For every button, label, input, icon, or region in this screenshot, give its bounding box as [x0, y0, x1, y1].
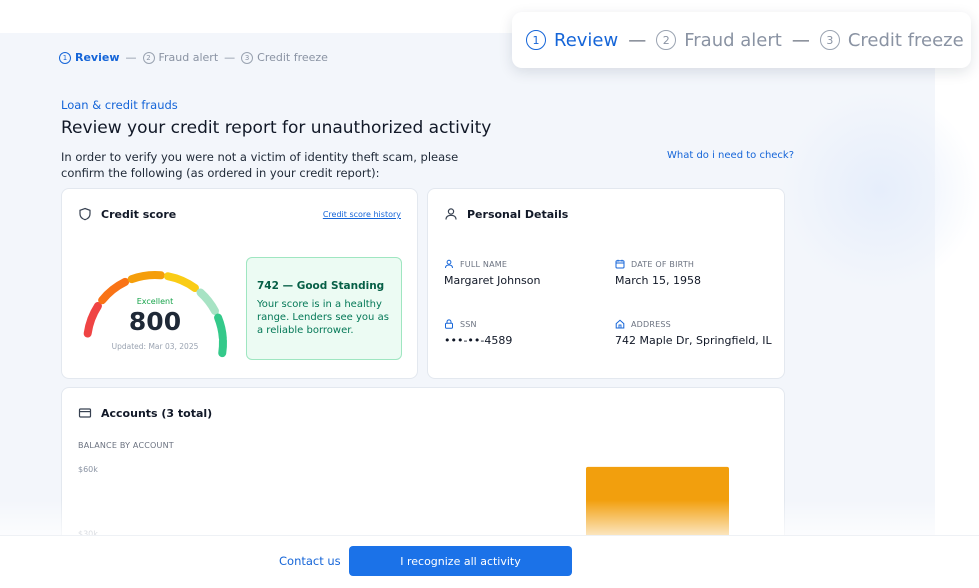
- card-title: Accounts (3 total): [101, 406, 213, 420]
- step-label: Review: [75, 51, 120, 64]
- calendar-icon: [615, 259, 625, 269]
- credit-score-history-link[interactable]: Credit score history: [323, 210, 401, 219]
- gauge-segment-3: [127, 271, 165, 284]
- standing-title: 742 — Good Standing: [257, 280, 385, 292]
- step-fraud-alert[interactable]: 2 Fraud alert: [142, 51, 219, 64]
- score-value: 800: [128, 307, 182, 336]
- detail-address: ADDRESS 742 Maple Dr, Springfield, IL: [615, 319, 772, 348]
- detail-label: DATE OF BIRTH: [631, 259, 695, 269]
- card-header: Accounts (3 total): [78, 406, 212, 420]
- detail-full-name: FULL NAME Margaret Johnson: [444, 259, 541, 288]
- detail-ssn: SSN •••-••-4589: [444, 319, 512, 347]
- detail-label: SSN: [460, 319, 477, 329]
- step-label: Fraud alert: [158, 51, 219, 64]
- score-rating: Excellent: [136, 297, 174, 306]
- home-icon: [615, 319, 625, 329]
- step-review[interactable]: 1 Review: [59, 51, 120, 64]
- step-number: 1: [526, 30, 546, 50]
- full-name-value: Margaret Johnson: [444, 274, 541, 287]
- y-tick-label: $60k: [78, 465, 98, 474]
- step-separator: —: [125, 51, 137, 64]
- detail-label: FULL NAME: [460, 259, 508, 269]
- intro-text: In order to verify you were not a victim…: [61, 150, 459, 180]
- zoom-step-fraud-alert: 2 Fraud alert: [656, 30, 782, 51]
- card-title: Credit score: [101, 207, 177, 221]
- card-header: Personal Details: [444, 207, 568, 221]
- step-label: Fraud alert: [684, 29, 782, 51]
- detail-label: ADDRESS: [631, 319, 671, 329]
- stepper-zoom-callout: 1 Review — 2 Fraud alert — 3 Credit free…: [512, 12, 971, 68]
- step-label: Credit freeze: [847, 29, 964, 51]
- card-title: Personal Details: [467, 207, 569, 221]
- step-number: 3: [819, 30, 840, 50]
- standing-callout: 742 — Good Standing Your score is in a h…: [246, 257, 402, 360]
- section-eyebrow: Loan & credit frauds: [61, 98, 178, 112]
- credit-score-card: Credit score Credit score history Excell…: [61, 188, 418, 379]
- score-updated: Updated: Mar 03, 2025: [111, 342, 199, 351]
- footer-fade: [0, 500, 979, 536]
- gauge-segment-4: [163, 272, 199, 292]
- step-number: 3: [241, 51, 254, 64]
- recognize-activity-button[interactable]: I recognize all activity: [349, 546, 572, 576]
- page-title: Review your credit report for unauthoriz…: [61, 118, 492, 138]
- step-number: 1: [59, 51, 71, 64]
- detail-label-row: FULL NAME: [444, 259, 541, 269]
- contact-us-link[interactable]: Contact us: [279, 554, 341, 568]
- zoom-step-review: 1 Review: [526, 30, 618, 51]
- step-separator: —: [791, 29, 810, 51]
- zoom-step-credit-freeze: 3 Credit freeze: [819, 29, 964, 51]
- address-value: 742 Maple Dr, Springfield, IL: [615, 334, 772, 347]
- detail-date-of-birth: DATE OF BIRTH March 15, 1958: [615, 259, 702, 288]
- background-glow: [780, 90, 979, 290]
- detail-label-row: SSN: [444, 319, 512, 329]
- credit-card-icon: [78, 408, 92, 418]
- help-link[interactable]: What do i need to check?: [667, 150, 794, 161]
- detail-label-row: DATE OF BIRTH: [615, 259, 701, 269]
- standing-text: Your score is in a healthy range. Lender…: [257, 299, 389, 336]
- step-separator: —: [224, 51, 236, 64]
- step-credit-freeze[interactable]: 3 Credit freeze: [241, 51, 328, 64]
- step-label: Review: [554, 29, 619, 51]
- step-number: 2: [142, 51, 155, 64]
- progress-stepper: 1 Review — 2 Fraud alert — 3 Credit free…: [59, 51, 328, 64]
- personal-details-card: Personal Details FULL NAME Margaret John…: [427, 188, 785, 379]
- lock-icon: [445, 319, 453, 329]
- ssn-value: •••-••-4589: [444, 334, 513, 347]
- detail-label-row: ADDRESS: [615, 319, 772, 329]
- step-number: 2: [656, 30, 677, 50]
- dob-value: March 15, 1958: [615, 274, 702, 287]
- card-header: Credit score: [78, 207, 176, 221]
- user-icon: [445, 259, 453, 269]
- step-separator: —: [628, 29, 647, 51]
- user-icon: [445, 208, 457, 220]
- step-label: Credit freeze: [257, 51, 328, 64]
- shield-icon: [79, 207, 91, 221]
